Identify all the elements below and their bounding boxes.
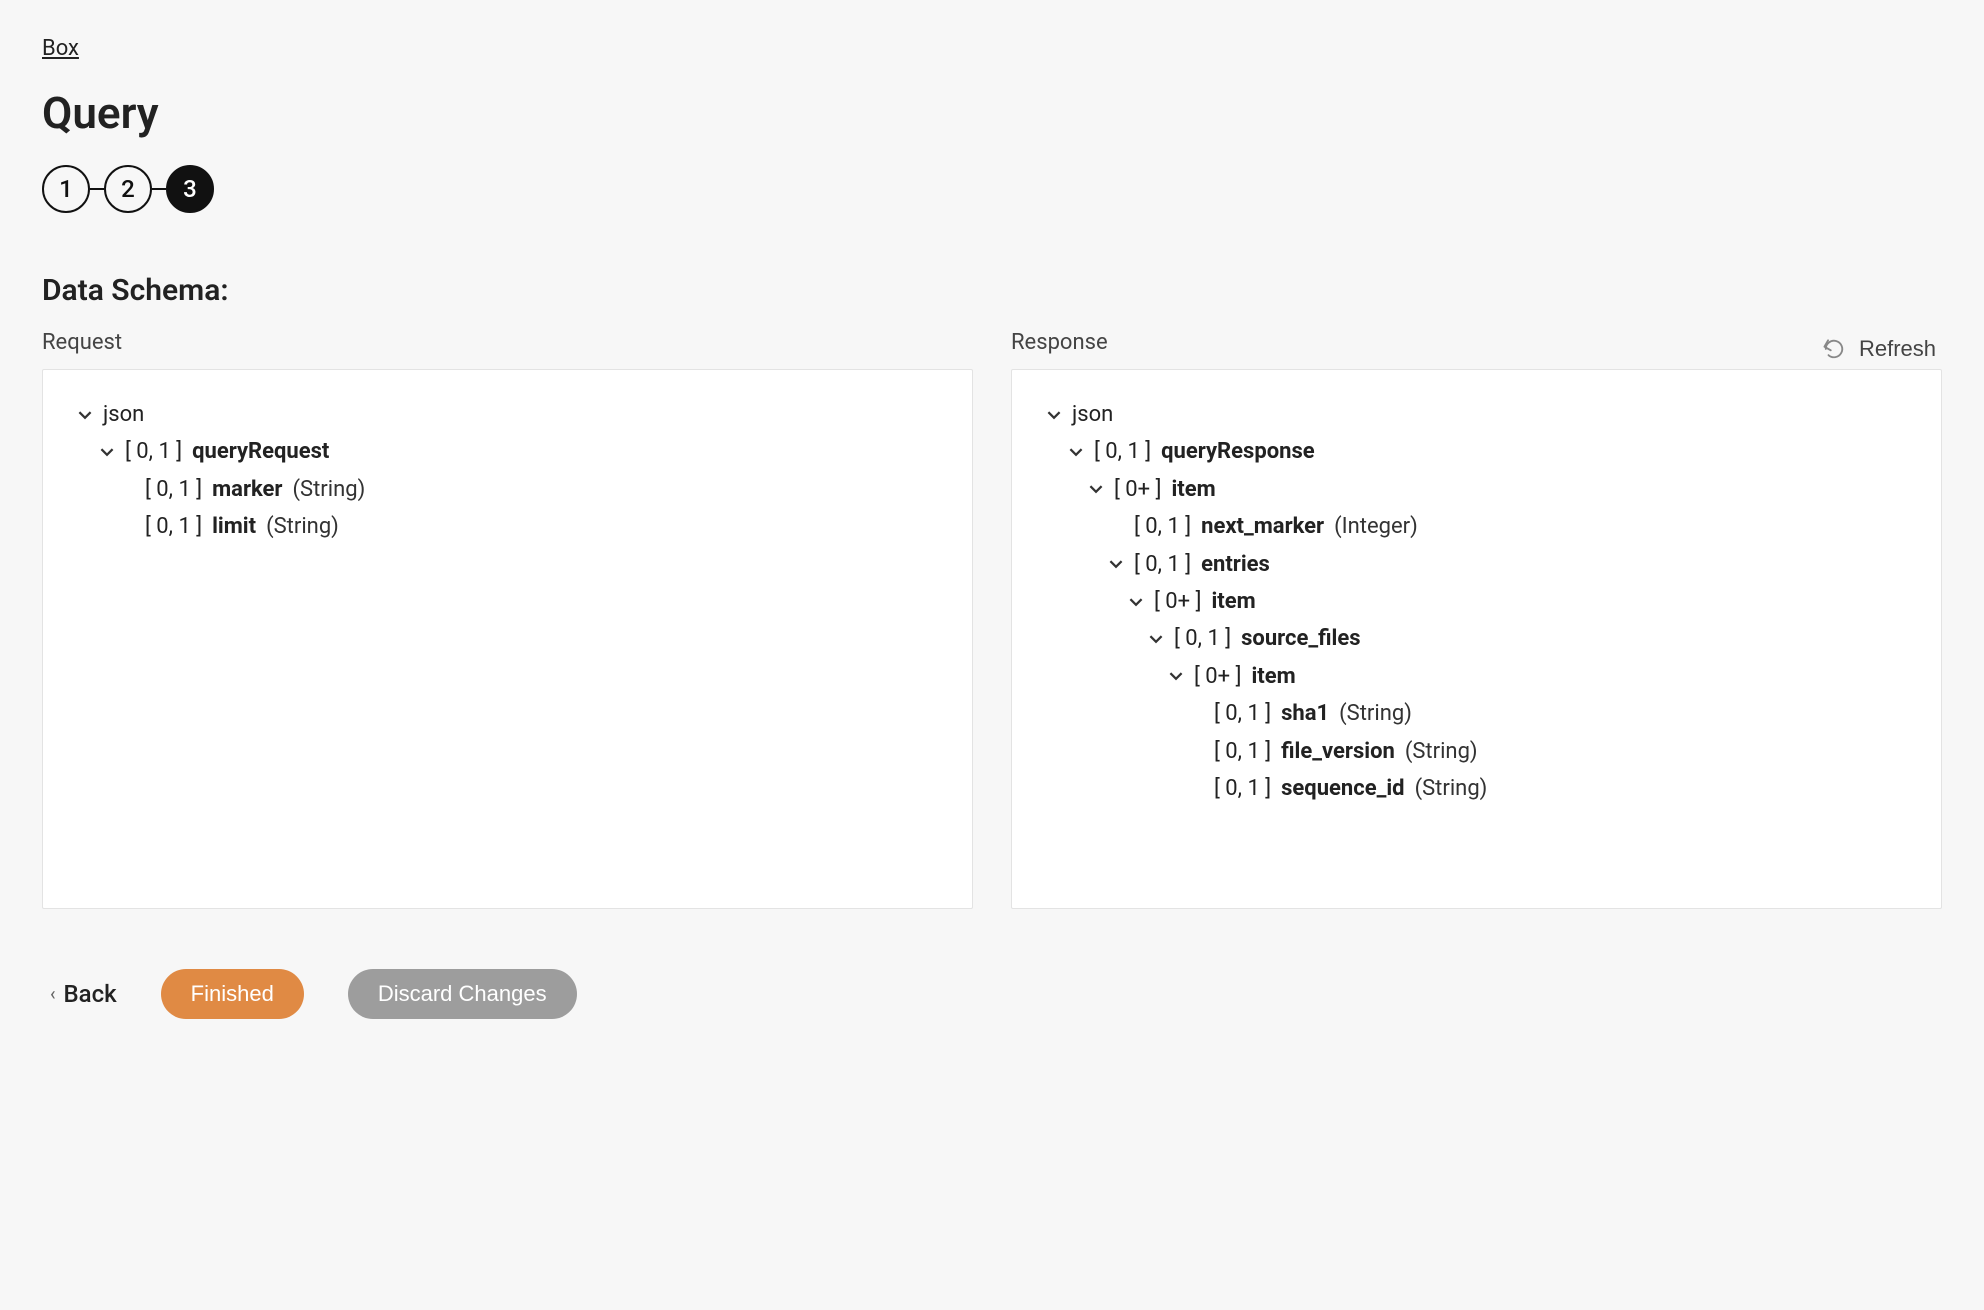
- field-type: (Integer): [1334, 508, 1418, 545]
- node-label: json: [1072, 396, 1113, 433]
- footer-actions: ‹ Back Finished Discard Changes: [42, 969, 1942, 1019]
- field-name: limit: [212, 508, 256, 545]
- field-type: (String): [1339, 695, 1412, 732]
- node-label: json: [103, 396, 144, 433]
- field-name: marker: [212, 471, 282, 508]
- tree-leaf-limit[interactable]: [ 0, 1 ] limit (String): [67, 508, 948, 545]
- chevron-down-icon: [1088, 482, 1104, 496]
- finished-button[interactable]: Finished: [161, 969, 304, 1019]
- chevron-down-icon: [1108, 557, 1124, 571]
- tree-leaf-next-marker[interactable]: [ 0, 1 ] next_marker (Integer): [1036, 508, 1917, 545]
- tree-node-json[interactable]: json: [67, 396, 948, 433]
- response-label: Response: [1011, 330, 1942, 355]
- field-name: source_files: [1241, 620, 1360, 657]
- cardinality: [ 0+ ]: [1194, 658, 1241, 695]
- cardinality: [ 0, 1 ]: [145, 508, 202, 545]
- tree-node-json[interactable]: json: [1036, 396, 1917, 433]
- tree-node-queryrequest[interactable]: [ 0, 1 ] queryRequest: [67, 433, 948, 470]
- cardinality: [ 0, 1 ]: [1134, 508, 1191, 545]
- step-2[interactable]: 2: [104, 165, 152, 213]
- cardinality: [ 0, 1 ]: [1214, 695, 1271, 732]
- field-name: item: [1211, 583, 1255, 620]
- field-type: (String): [1405, 733, 1478, 770]
- chevron-down-icon: [77, 408, 93, 422]
- tree-leaf-marker[interactable]: [ 0, 1 ] marker (String): [67, 471, 948, 508]
- step-1[interactable]: 1: [42, 165, 90, 213]
- tree-leaf-file-version[interactable]: [ 0, 1 ] file_version (String): [1036, 733, 1917, 770]
- tree-leaf-sequence-id[interactable]: [ 0, 1 ] sequence_id (String): [1036, 770, 1917, 807]
- back-button[interactable]: ‹ Back: [50, 980, 117, 1008]
- field-name: item: [1251, 658, 1295, 695]
- field-name: sha1: [1281, 695, 1329, 732]
- request-panel: json [ 0, 1 ] queryRequest [ 0, 1 ] mark…: [42, 369, 973, 909]
- chevron-down-icon: [99, 445, 115, 459]
- stepper: 1 2 3: [42, 165, 1942, 213]
- section-title: Data Schema:: [42, 273, 1942, 308]
- step-connector: [90, 188, 104, 190]
- request-label: Request: [42, 330, 973, 355]
- tree-node-queryresponse[interactable]: [ 0, 1 ] queryResponse: [1036, 433, 1917, 470]
- field-name: queryRequest: [192, 433, 329, 470]
- tree-leaf-sha1[interactable]: [ 0, 1 ] sha1 (String): [1036, 695, 1917, 732]
- field-type: (String): [1415, 770, 1488, 807]
- cardinality: [ 0+ ]: [1154, 583, 1201, 620]
- cardinality: [ 0, 1 ]: [1214, 770, 1271, 807]
- chevron-down-icon: [1068, 445, 1084, 459]
- cardinality: [ 0, 1 ]: [1214, 733, 1271, 770]
- step-3[interactable]: 3: [166, 165, 214, 213]
- cardinality: [ 0, 1 ]: [125, 433, 182, 470]
- discard-changes-button[interactable]: Discard Changes: [348, 969, 577, 1019]
- field-type: (String): [266, 508, 339, 545]
- chevron-down-icon: [1046, 408, 1062, 422]
- cardinality: [ 0, 1 ]: [145, 471, 202, 508]
- chevron-left-icon: ‹: [50, 984, 56, 1005]
- tree-node-source-files[interactable]: [ 0, 1 ] source_files: [1036, 620, 1917, 657]
- breadcrumb[interactable]: Box: [42, 36, 79, 61]
- field-name: queryResponse: [1161, 433, 1315, 470]
- field-name: file_version: [1281, 733, 1395, 770]
- step-connector: [152, 188, 166, 190]
- cardinality: [ 0, 1 ]: [1094, 433, 1151, 470]
- tree-node-source-item[interactable]: [ 0+ ] item: [1036, 658, 1917, 695]
- chevron-down-icon: [1168, 669, 1184, 683]
- cardinality: [ 0+ ]: [1114, 471, 1161, 508]
- page-title: Query: [42, 87, 1942, 139]
- chevron-down-icon: [1128, 595, 1144, 609]
- back-label: Back: [64, 980, 117, 1008]
- tree-node-entries-item[interactable]: [ 0+ ] item: [1036, 583, 1917, 620]
- response-panel: json [ 0, 1 ] queryResponse [ 0+ ] item …: [1011, 369, 1942, 909]
- field-name: next_marker: [1201, 508, 1324, 545]
- chevron-down-icon: [1148, 632, 1164, 646]
- tree-node-entries[interactable]: [ 0, 1 ] entries: [1036, 546, 1917, 583]
- cardinality: [ 0, 1 ]: [1134, 546, 1191, 583]
- field-type: (String): [292, 471, 365, 508]
- field-name: entries: [1201, 546, 1270, 583]
- cardinality: [ 0, 1 ]: [1174, 620, 1231, 657]
- field-name: sequence_id: [1281, 770, 1404, 807]
- tree-node-item[interactable]: [ 0+ ] item: [1036, 471, 1917, 508]
- field-name: item: [1171, 471, 1215, 508]
